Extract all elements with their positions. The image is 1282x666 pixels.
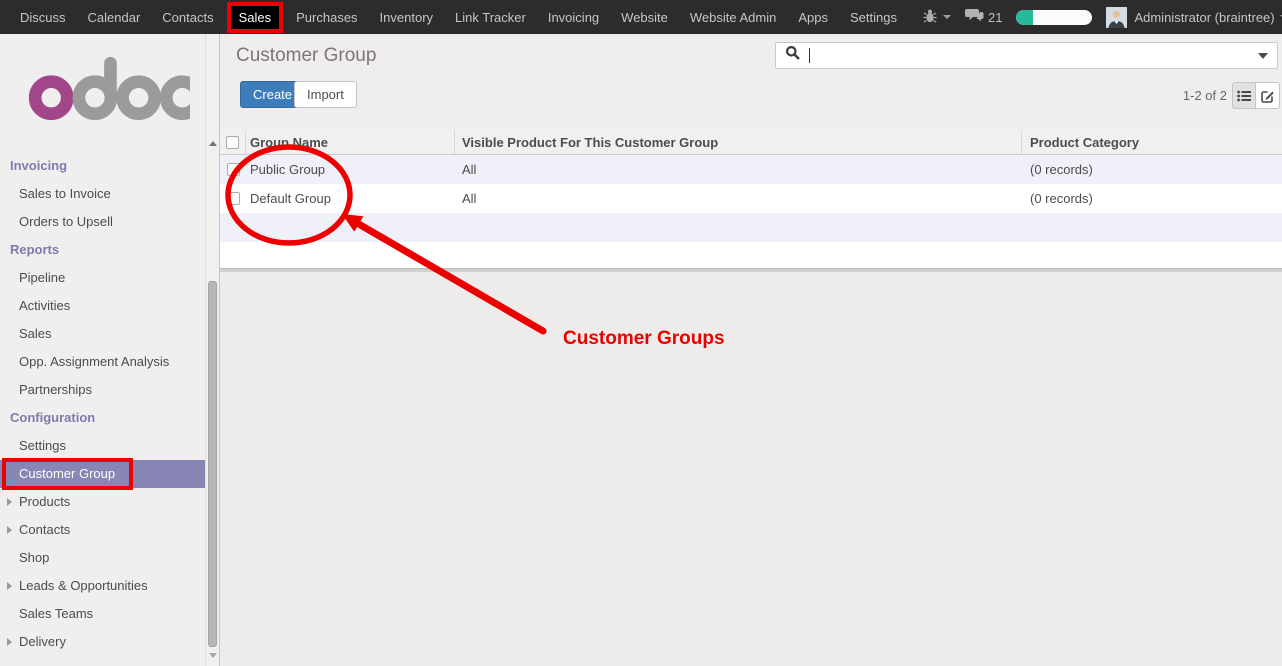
list-header-row: Group Name Visible Product For This Cust… <box>220 130 1282 155</box>
timer-progress-fill <box>1016 10 1033 25</box>
sidebar-item-leads-label: Leads & Opportunities <box>19 578 148 593</box>
main-menu: Discuss Calendar Contacts Sales Purchase… <box>0 0 908 34</box>
timer-widget[interactable] <box>1016 10 1092 25</box>
main-content: Customer Group Create Import 1-2 of 2 <box>220 34 1282 666</box>
cell-product-category: (0 records) <box>1022 191 1282 206</box>
sidebar-item-orders-to-upsell[interactable]: Orders to Upsell <box>0 208 205 236</box>
table-row[interactable]: Default Group All (0 records) <box>220 184 1282 213</box>
sidebar-item-products[interactable]: Products <box>0 488 205 516</box>
scrollbar-thumb[interactable] <box>208 281 217 647</box>
user-menu[interactable]: Administrator (braintree) <box>1106 7 1282 28</box>
expand-arrow-icon <box>7 526 12 534</box>
sidebar-item-delivery[interactable]: Delivery <box>0 628 205 656</box>
column-header-product-category[interactable]: Product Category <box>1022 135 1282 150</box>
sidebar-item-sales-teams[interactable]: Sales Teams <box>0 600 205 628</box>
row-checkbox[interactable] <box>227 163 240 176</box>
control-panel: Customer Group Create Import 1-2 of 2 <box>220 34 1282 130</box>
row-checkbox[interactable] <box>227 192 240 205</box>
nav-item-sales-active[interactable]: Sales <box>227 2 284 33</box>
nav-item-settings[interactable]: Settings <box>839 0 908 34</box>
content-background <box>220 272 1282 666</box>
cell-group-name: Default Group <box>246 191 455 206</box>
messages-count-badge: 21 <box>988 10 1002 25</box>
nav-item-apps[interactable]: Apps <box>787 0 839 34</box>
sidebar-item-partnerships[interactable]: Partnerships <box>0 376 205 404</box>
nav-item-website[interactable]: Website <box>610 0 679 34</box>
table-row[interactable]: Public Group All (0 records) <box>220 155 1282 184</box>
nav-item-website-admin[interactable]: Website Admin <box>679 0 787 34</box>
text-cursor <box>809 48 810 63</box>
sidebar-item-activities[interactable]: Activities <box>0 292 205 320</box>
user-name-label: Administrator (braintree) <box>1134 10 1274 25</box>
empty-row <box>220 213 1282 242</box>
avatar <box>1106 7 1127 28</box>
sidebar-section-configuration: Configuration <box>0 404 205 432</box>
nav-item-contacts[interactable]: Contacts <box>151 0 224 34</box>
sidebar-item-leads-opportunities[interactable]: Leads & Opportunities <box>0 572 205 600</box>
sidebar-item-shop[interactable]: Shop <box>0 544 205 572</box>
messages-icon <box>965 8 984 27</box>
top-navbar: Discuss Calendar Contacts Sales Purchase… <box>0 0 1282 34</box>
sidebar-item-settings[interactable]: Settings <box>0 432 205 460</box>
column-header-visible-product[interactable]: Visible Product For This Customer Group <box>455 130 1022 154</box>
view-switcher <box>1232 82 1280 109</box>
debug-caret-icon <box>943 15 951 19</box>
sidebar-item-customer-group[interactable]: Customer Group <box>0 460 205 488</box>
nav-item-invoicing[interactable]: Invoicing <box>537 0 610 34</box>
timer-pill <box>1016 10 1092 25</box>
cell-group-name: Public Group <box>246 162 455 177</box>
expand-arrow-icon <box>7 638 12 646</box>
customer-group-list: Group Name Visible Product For This Cust… <box>220 130 1282 268</box>
systray: 21 Administrator (braintree) <box>908 7 1282 28</box>
nav-item-purchases[interactable]: Purchases <box>285 0 368 34</box>
odoo-window: Discuss Calendar Contacts Sales Purchase… <box>0 0 1282 666</box>
sidebar-item-delivery-label: Delivery <box>19 634 66 649</box>
app-sidebar: Invoicing Sales to Invoice Orders to Ups… <box>0 34 205 666</box>
nav-item-link-tracker[interactable]: Link Tracker <box>444 0 537 34</box>
page-title: Customer Group <box>236 45 376 67</box>
cell-visible-product: All <box>455 162 1022 177</box>
import-button[interactable]: Import <box>294 81 357 108</box>
form-view-icon <box>1261 89 1275 103</box>
expand-arrow-icon <box>7 498 12 506</box>
form-view-button[interactable] <box>1256 82 1280 109</box>
sidebar-item-pipeline[interactable]: Pipeline <box>0 264 205 292</box>
annotation-label: Customer Groups <box>563 328 725 350</box>
debug-menu[interactable] <box>922 8 951 27</box>
cell-product-category: (0 records) <box>1022 162 1282 177</box>
cell-visible-product: All <box>455 191 1022 206</box>
sidebar-item-sales-to-invoice[interactable]: Sales to Invoice <box>0 180 205 208</box>
messages-menu[interactable]: 21 <box>965 8 1002 27</box>
pager-label: 1-2 of 2 <box>1183 88 1227 103</box>
sidebar-item-contacts-label: Contacts <box>19 522 70 537</box>
list-view-icon <box>1237 90 1251 102</box>
search-input[interactable] <box>775 42 1278 69</box>
scroll-up-arrow-icon[interactable] <box>209 141 217 146</box>
column-header-group-name[interactable]: Group Name <box>246 130 455 154</box>
debug-bug-icon <box>922 8 938 27</box>
nav-item-discuss[interactable]: Discuss <box>9 0 77 34</box>
search-icon <box>785 45 801 66</box>
odoo-logo <box>28 54 205 124</box>
scroll-down-arrow-icon[interactable] <box>209 653 217 658</box>
sidebar-section-invoicing: Invoicing <box>0 152 205 180</box>
sidebar-item-customer-group-label: Customer Group <box>19 466 115 481</box>
sidebar-item-sales[interactable]: Sales <box>0 320 205 348</box>
list-view-button[interactable] <box>1232 82 1256 109</box>
expand-arrow-icon <box>7 582 12 590</box>
sidebar-item-contacts[interactable]: Contacts <box>0 516 205 544</box>
sidebar-menu: Invoicing Sales to Invoice Orders to Ups… <box>0 152 205 656</box>
nav-item-inventory[interactable]: Inventory <box>369 0 444 34</box>
select-all-checkbox[interactable] <box>226 136 239 149</box>
empty-row <box>220 242 1282 268</box>
sidebar-item-opp-assignment-analysis[interactable]: Opp. Assignment Analysis <box>0 348 205 376</box>
vertical-scrollbar[interactable] <box>205 34 220 666</box>
nav-item-calendar[interactable]: Calendar <box>77 0 152 34</box>
search-dropdown-icon[interactable] <box>1258 53 1268 59</box>
sidebar-section-reports: Reports <box>0 236 205 264</box>
sidebar-item-products-label: Products <box>19 494 70 509</box>
